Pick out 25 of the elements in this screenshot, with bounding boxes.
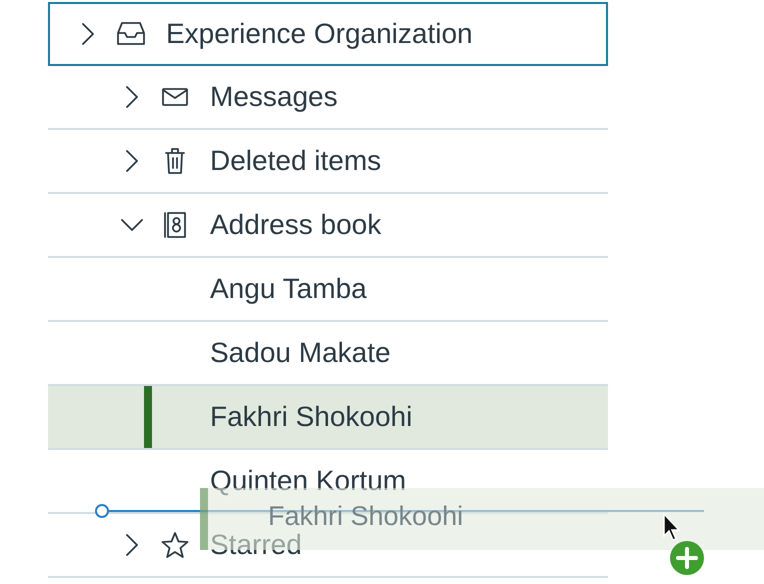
item-label: Angu Tamba <box>210 273 367 305</box>
item-label: Experience Organization <box>166 18 473 50</box>
item-label: Messages <box>210 81 338 113</box>
item-label: Sadou Makate <box>210 337 391 369</box>
item-label: Starred <box>210 529 302 561</box>
chevron-right-icon[interactable] <box>125 85 139 109</box>
cursor-icon <box>662 512 682 542</box>
tree-item[interactable]: Fakhri Shokoohi <box>48 386 608 450</box>
item-label: Address book <box>210 209 382 241</box>
chevron-right-icon[interactable] <box>125 149 139 173</box>
chevron-down-icon[interactable] <box>120 218 144 232</box>
item-label: Fakhri Shokoohi <box>210 401 412 433</box>
item-label: Deleted items <box>210 145 382 177</box>
contact-book-icon <box>163 211 187 239</box>
tree-item[interactable]: Experience Organization <box>48 2 608 66</box>
trash-icon <box>164 147 186 175</box>
ghost-selection-bar <box>200 488 208 550</box>
chevron-right-icon[interactable] <box>81 22 95 46</box>
plus-icon <box>668 539 706 577</box>
item-label: Quinten Kortum <box>210 465 406 497</box>
inbox-icon <box>116 21 146 47</box>
chevron-right-icon[interactable] <box>125 533 139 557</box>
selection-bar <box>144 386 152 448</box>
mail-icon <box>161 87 189 107</box>
star-icon <box>161 531 189 559</box>
